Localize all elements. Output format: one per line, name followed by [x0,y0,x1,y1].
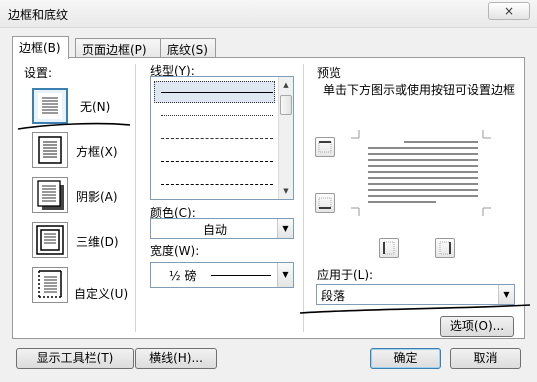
line-style-dotted[interactable] [161,115,273,116]
width-line-sample [211,275,271,276]
width-value: ½ 磅 [169,269,197,283]
setting-box-label[interactable]: 方框(X) [76,143,118,160]
top-border-icon [318,141,332,153]
line-style-dash-dot[interactable] [161,184,273,185]
color-value: 自动 [202,223,227,237]
title-bar [0,0,537,28]
line-style-dashed[interactable] [161,161,273,162]
setting-custom-label[interactable]: 自定义(U) [74,285,128,302]
bottom-border-icon [318,197,332,209]
preview-instruction: 单击下方图示或使用按钮可设置边框 [323,83,516,97]
setting-shadow-icon [37,180,64,210]
line-style-solid[interactable] [161,92,273,93]
line-style-scrollbar[interactable]: ▲ ▼ [278,77,293,199]
width-label: 宽度(W): [150,244,200,258]
left-border-icon [383,241,395,255]
width-select[interactable]: ½ 磅 ▼ [150,262,294,288]
right-border-button[interactable] [435,238,455,258]
right-border-icon [439,241,451,255]
setting-custom-icon [38,270,62,298]
setting-box-icon [38,136,62,164]
setting-custom-button[interactable] [32,267,68,303]
setting-shadow-button[interactable] [32,177,68,213]
setting-none-label[interactable]: 无(N) [80,98,110,115]
setting-none-button[interactable] [32,88,68,124]
scroll-down-icon[interactable]: ▼ [280,184,292,198]
chevron-down-icon[interactable]: ▼ [498,285,514,304]
divider [303,64,304,332]
apply-to-label: 应用于(L): [317,268,374,282]
tab-shading[interactable]: 底纹(S) [160,38,216,58]
show-toolbar-button[interactable]: 显示工具栏(T) [16,348,134,369]
tab-borders[interactable]: 边框(B) [12,36,69,59]
preview-diagram[interactable] [346,124,496,224]
window-title: 边框和底纹 [8,8,69,22]
setting-3d-icon [36,225,64,255]
cancel-button[interactable]: 取消 [450,348,521,369]
horizontal-line-button[interactable]: 横线(H)... [135,348,217,369]
preview-heading: 预览 [317,66,342,80]
line-style-dashed-small[interactable] [161,138,273,139]
bottom-border-button[interactable] [315,193,335,213]
chevron-down-icon[interactable]: ▼ [277,263,293,287]
setting-shadow-label[interactable]: 阴影(A) [76,188,118,205]
scroll-up-icon[interactable]: ▲ [280,78,292,92]
top-border-button[interactable] [315,137,335,157]
color-select[interactable]: 自动 ▼ [150,218,294,239]
setting-3d-label[interactable]: 三维(D) [76,233,119,250]
settings-heading: 设置: [24,66,53,80]
options-button[interactable]: 选项(O)... [440,316,514,337]
left-border-button[interactable] [379,238,399,258]
scroll-thumb[interactable] [280,95,292,115]
close-button[interactable]: × [488,2,530,20]
apply-to-select[interactable]: 段落 ▼ [316,284,515,305]
apply-to-value: 段落 [321,289,346,303]
setting-box-button[interactable] [32,132,68,168]
divider [135,64,136,332]
line-style-list[interactable]: ▲ ▼ [150,76,294,200]
tab-page-borders[interactable]: 页面边框(P) [75,38,161,58]
setting-3d-button[interactable] [32,222,68,258]
setting-none-icon [38,93,62,119]
ok-button[interactable]: 确定 [370,348,441,369]
chevron-down-icon[interactable]: ▼ [277,219,293,238]
